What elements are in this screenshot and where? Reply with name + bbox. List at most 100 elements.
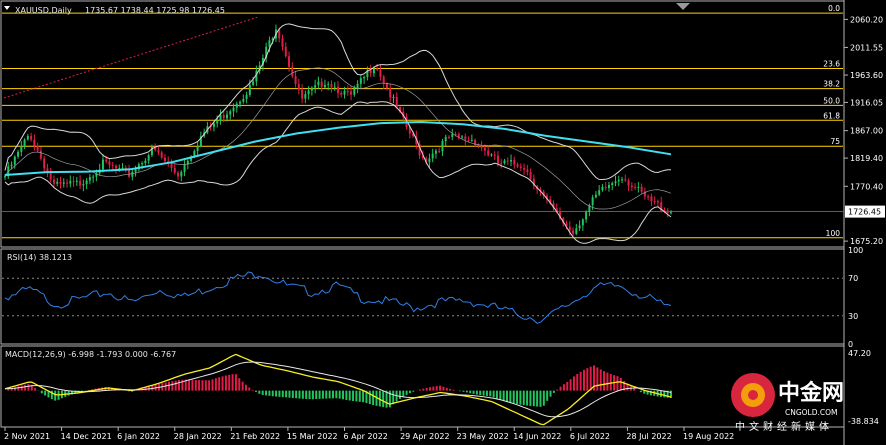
candle-body [314,85,317,88]
ohlc-values: 1735.67 1738.44 1725.98 1726.45 [85,6,225,15]
candle-body [585,211,588,220]
candle-body [591,197,594,206]
candle-body [441,141,444,152]
candle-body [637,186,640,188]
candle-body [56,181,59,184]
watermark: 中金网 CNGOLD.COM 中文财经新媒体 [731,373,844,433]
candle-body [448,136,450,138]
candle-body [108,161,111,165]
candle-body [115,165,117,169]
chart-title: XAUUSD,Daily [15,6,72,15]
candle-body [281,38,284,47]
candle-body [666,210,669,213]
rsi-pane[interactable]: 100 70 30 0 [2,246,863,349]
candle-body [4,176,6,178]
candle-body [578,225,581,229]
candle-body [128,169,131,177]
price-pane[interactable]: 0.0 23.6 38.2 50.0 61.8 75 100 2060.20 2011.55 19… [2,4,885,246]
candle-body [624,179,627,181]
candle-body [216,120,219,124]
candle-body [294,76,297,84]
candle-body [617,179,620,182]
candle-body [121,167,124,169]
candle-body [431,153,434,159]
time-label: 28 Jul 2022 [626,432,671,441]
candle-body [363,76,366,79]
rsi-level-label: 100 [848,246,863,255]
candle-body [160,152,163,158]
fib-level-label: 50.0 [823,96,840,105]
candle-body [496,155,499,164]
candle-body [23,139,26,146]
candle-body [82,184,85,186]
candle-body [131,171,134,177]
candle-body [650,196,653,202]
candle-body [598,190,601,195]
candle-body [611,183,614,186]
candle-body [170,163,173,168]
candle-body [382,76,385,84]
candle-body [369,70,372,74]
candle-body [337,86,339,93]
candle-body [353,89,356,95]
fib-level-label: 38.2 [823,80,840,89]
fib-level-label: 0.0 [828,4,840,13]
time-label: 6 Jul 2022 [570,432,610,441]
candle-body [379,69,382,77]
candle-body [297,83,300,90]
candle-body [581,219,584,226]
candle-body [69,181,72,184]
candle-body [72,181,75,183]
candle-body [510,159,513,162]
candle-body [519,166,522,168]
candle-body [219,115,222,121]
candle-body [647,196,650,198]
candle-body [385,83,388,89]
candle-body [572,230,575,234]
candle-body [327,84,330,86]
candle-body [307,90,310,95]
candle-body [105,159,108,162]
candle-body [513,159,516,165]
candle-body [212,123,215,127]
candle-body [526,169,529,172]
price-tick-label: 1963.60 [850,71,883,80]
fib-level-label: 61.8 [823,111,840,120]
candle-body [503,160,506,164]
candle-body [36,145,39,151]
candle-body [310,87,313,91]
candle-body [630,185,633,187]
candle-body [467,139,470,141]
candle-body [222,115,225,119]
candle-body [483,147,486,151]
candle-body [33,139,36,146]
candle-body [301,89,304,99]
candle-body [627,180,630,186]
time-label: 2 Nov 2021 [4,432,50,441]
shift-marker-icon [676,3,690,10]
candle-body [134,169,137,172]
candle-body [30,135,33,140]
price-tick-label: 1867.00 [850,127,883,136]
candle-body [516,164,519,167]
candle-body [604,186,607,189]
candle-body [346,90,349,92]
candle-body [59,181,62,184]
candle-body [359,78,362,84]
time-label: 28 Jan 2022 [174,432,222,441]
candle-body [640,186,643,192]
watermark-brand: 中金网 [778,380,844,406]
time-label: 15 Mar 2022 [287,432,338,441]
candle-body [376,68,379,70]
candle-body [232,107,235,112]
candle-body [288,56,291,67]
candle-body [444,136,447,142]
candle-body [13,156,16,165]
candle-body [621,179,624,181]
candle-body [317,81,320,86]
fib-level-label: 23.6 [823,59,840,68]
trading-chart[interactable]: 2 Nov 2021 14 Dec 2021 6 Jan 2022 28 Jan 20… [0,0,886,445]
candle-body [291,66,294,77]
candle-body [150,146,153,156]
candle-body [656,201,659,203]
